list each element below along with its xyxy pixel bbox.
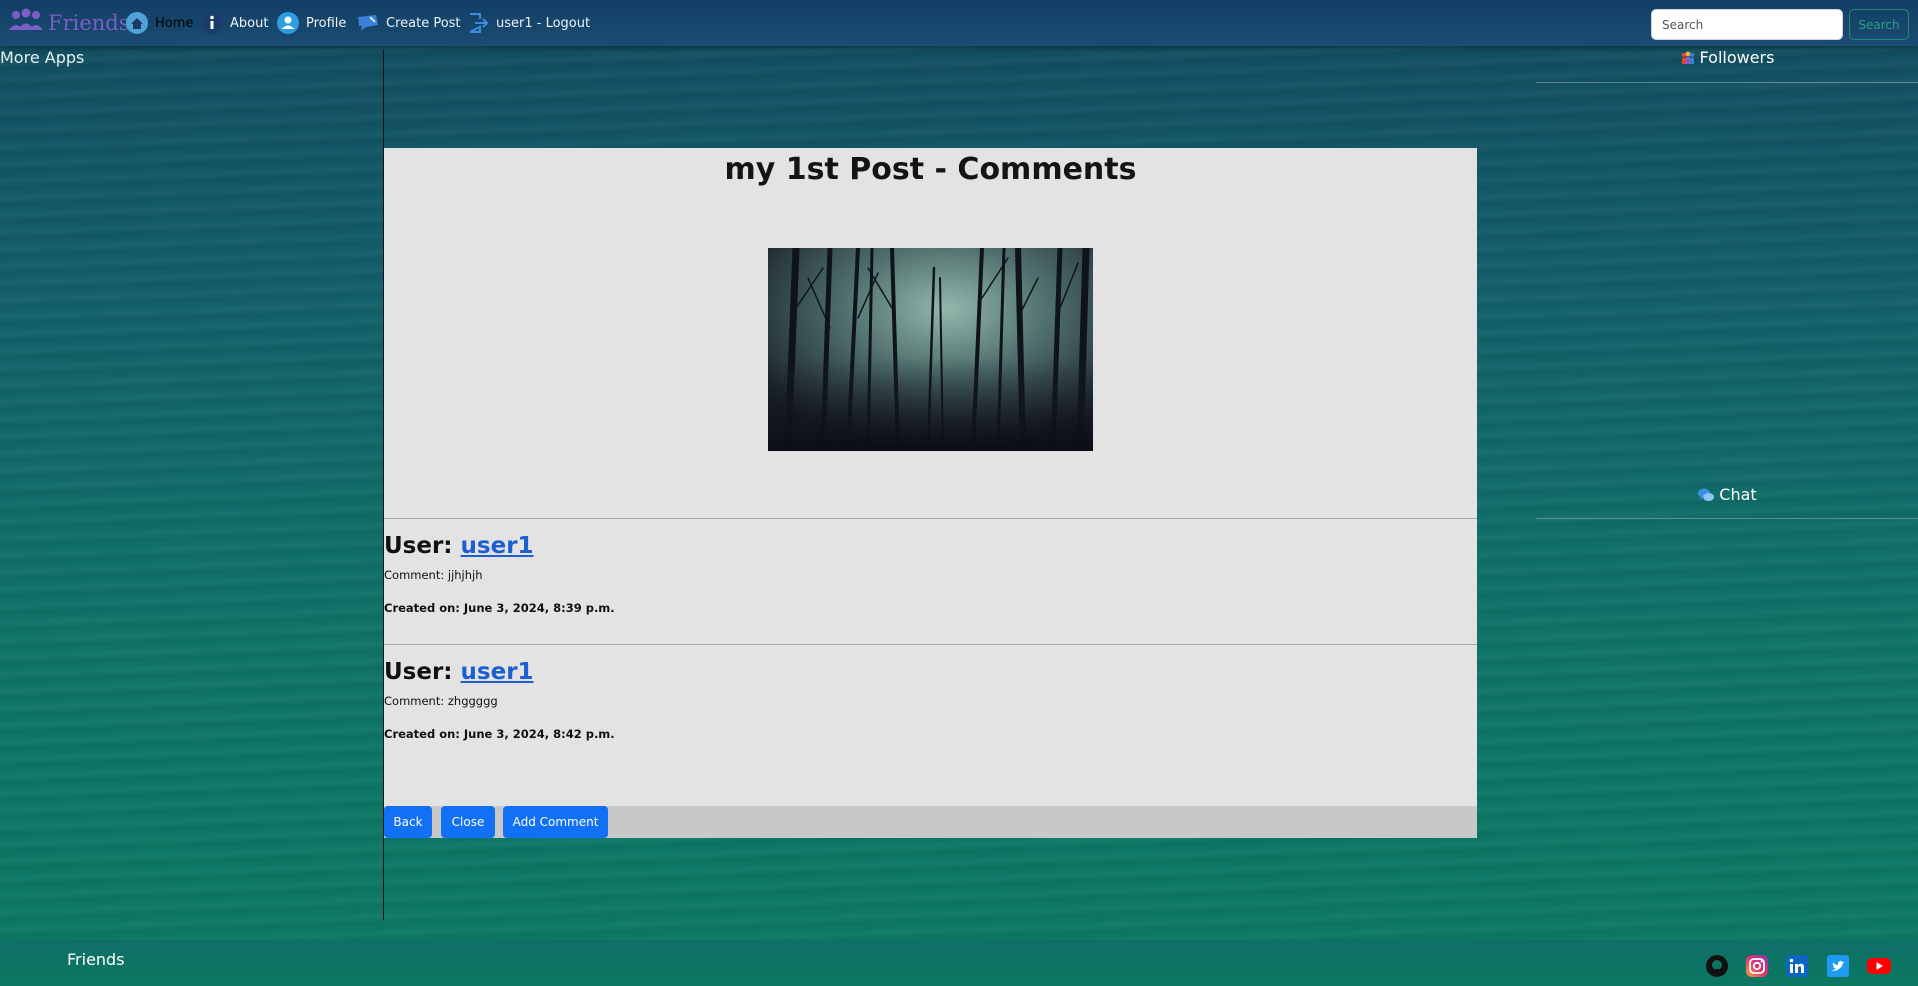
twitter-icon[interactable]	[1826, 954, 1850, 978]
youtube-icon[interactable]	[1866, 954, 1891, 978]
comment-text: Comment: zhggggg	[384, 694, 498, 708]
post-title: my 1st Post - Comments	[724, 152, 1137, 187]
add-comment-button[interactable]: Add Comment	[503, 806, 608, 838]
chat-icon	[1697, 487, 1715, 503]
github-icon[interactable]	[1705, 954, 1729, 978]
linkedin-icon[interactable]	[1785, 954, 1809, 978]
back-button[interactable]: Back	[384, 806, 432, 838]
nav-profile[interactable]: Profile	[276, 9, 346, 37]
search-button[interactable]: Search	[1849, 9, 1909, 40]
nav-home-label: Home	[155, 15, 194, 31]
followers-divider	[1536, 82, 1918, 83]
nav-about-label: About	[230, 15, 269, 31]
comment-date: Created on: June 3, 2024, 8:39 p.m.	[384, 601, 615, 615]
comment-date: Created on: June 3, 2024, 8:42 p.m.	[384, 727, 615, 741]
search-input[interactable]	[1651, 9, 1843, 40]
brand-text: Friends	[48, 11, 130, 35]
nav-home[interactable]: Home	[125, 9, 193, 37]
nav-logout-label: user1 - Logout	[496, 15, 591, 31]
followers-label: Followers	[1699, 48, 1775, 67]
nav-create-post-label: Create Post	[386, 15, 461, 31]
comment-user-prefix: User:	[384, 659, 453, 685]
brand-link[interactable]: Friends	[8, 8, 130, 38]
post-comments-card: my 1st Post - Comments User: user1 Comme…	[384, 148, 1477, 838]
nav-about[interactable]: About	[200, 9, 268, 37]
comment-user-link[interactable]: user1	[461, 659, 534, 685]
home-icon	[125, 11, 149, 35]
profile-icon	[276, 11, 300, 35]
chat-heading: Chat	[1536, 485, 1918, 504]
followers-icon	[1680, 50, 1696, 66]
chat-divider	[1536, 518, 1918, 519]
comment-user-heading: User: user1	[384, 659, 534, 685]
logout-icon	[466, 11, 490, 35]
comment-user-prefix: User:	[384, 533, 453, 559]
chat-label: Chat	[1719, 485, 1757, 504]
nav-create-post[interactable]: Create Post	[356, 9, 461, 37]
comment-divider	[384, 518, 1477, 519]
comment-user-link[interactable]: user1	[461, 533, 534, 559]
friends-logo-icon	[8, 8, 44, 38]
instagram-icon[interactable]	[1745, 954, 1769, 978]
info-icon	[200, 11, 224, 35]
comment-divider	[384, 644, 1477, 645]
comment-user-heading: User: user1	[384, 533, 534, 559]
close-button[interactable]: Close	[441, 806, 495, 838]
more-apps-heading: More Apps	[0, 48, 85, 67]
nav-logout[interactable]: user1 - Logout	[466, 9, 590, 37]
nav-profile-label: Profile	[306, 15, 347, 31]
comment-text: Comment: jjhjhjh	[384, 568, 483, 582]
post-image	[768, 248, 1093, 451]
followers-heading: Followers	[1536, 48, 1918, 67]
create-post-icon	[356, 11, 380, 35]
footer-brand: Friends	[67, 950, 125, 969]
footer: Friends	[0, 940, 1918, 986]
navbar: Friends Home About Profile Create Post u…	[0, 0, 1918, 46]
